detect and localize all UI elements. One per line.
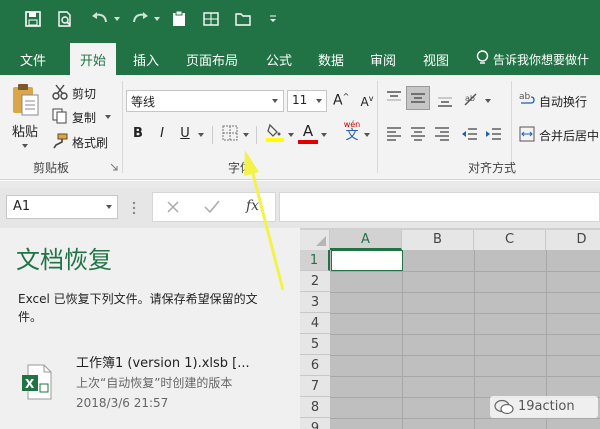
- annotation-arrow: [244, 150, 285, 291]
- watermark: 19action: [490, 396, 598, 418]
- watermark-text: 19action: [518, 399, 575, 414]
- wechat-icon: [494, 399, 514, 415]
